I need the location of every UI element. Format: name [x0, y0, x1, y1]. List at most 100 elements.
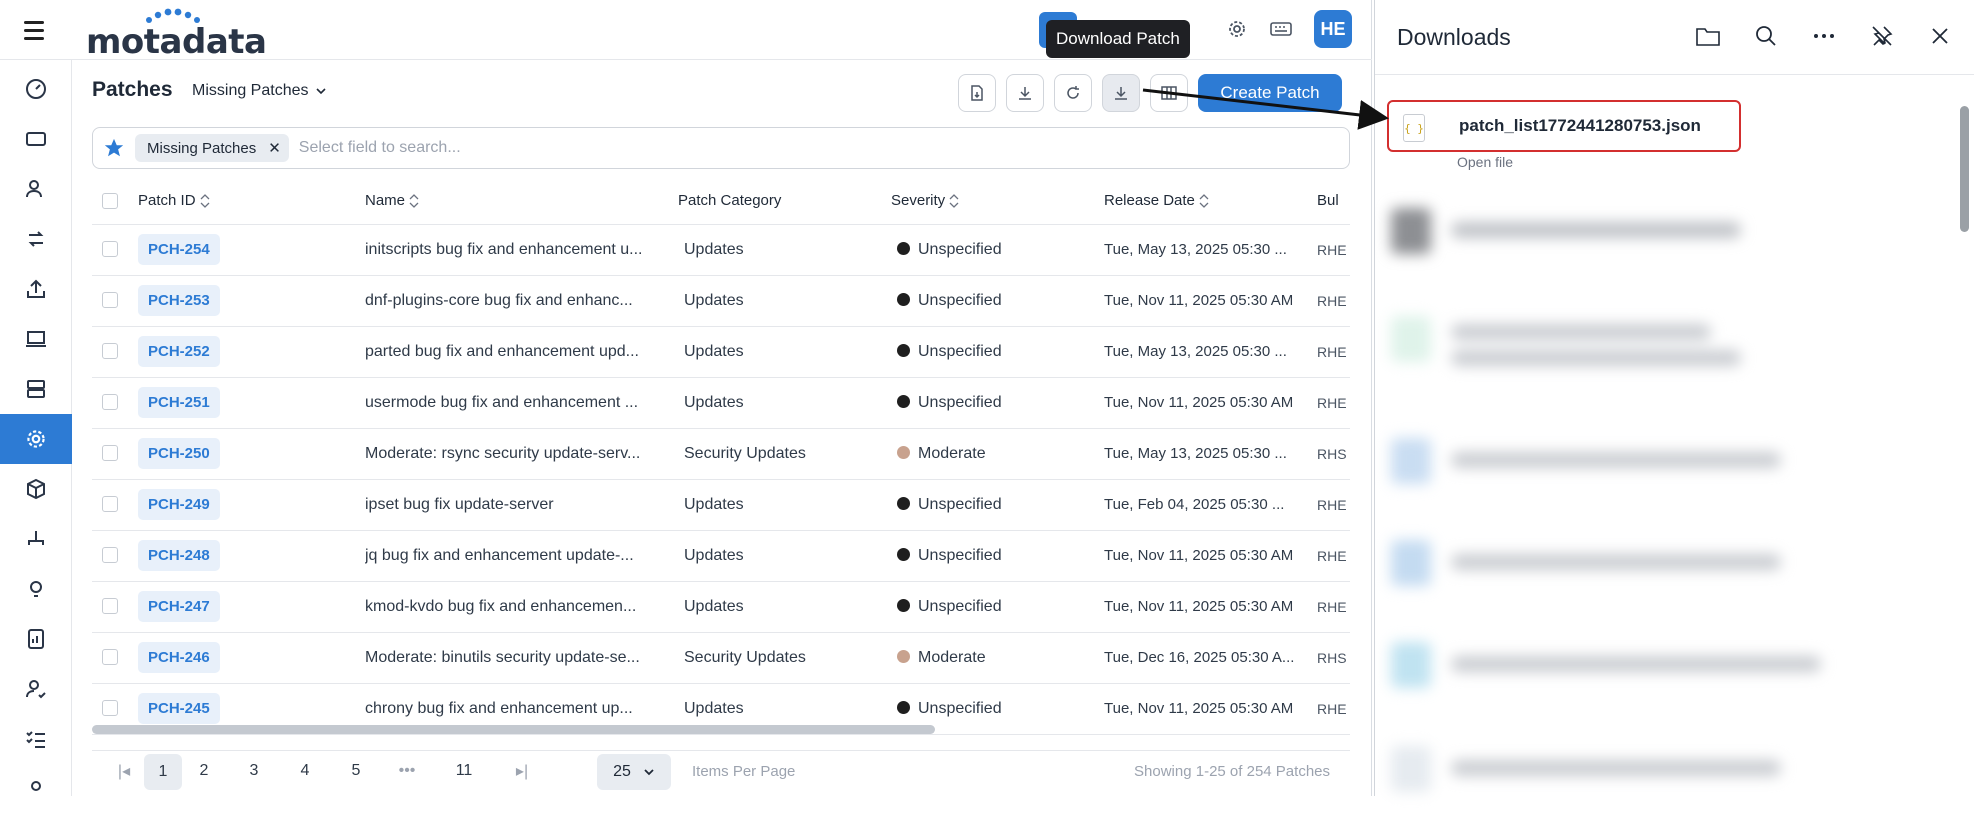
- row-checkbox[interactable]: [102, 394, 118, 411]
- row-checkbox[interactable]: [102, 700, 118, 717]
- patch-id-link[interactable]: PCH-248: [138, 540, 220, 571]
- patch-name[interactable]: usermode bug fix and enhancement ...: [365, 377, 678, 429]
- patch-name[interactable]: ipset bug fix update-server: [365, 479, 678, 531]
- avatar[interactable]: HE: [1314, 10, 1352, 48]
- patch-id-link[interactable]: PCH-247: [138, 591, 220, 622]
- select-all-checkbox[interactable]: [102, 193, 118, 210]
- folder-icon[interactable]: [1694, 22, 1722, 50]
- close-icon[interactable]: [1926, 22, 1954, 50]
- download-button[interactable]: [1006, 74, 1044, 112]
- server-icon[interactable]: [0, 364, 72, 414]
- page-5[interactable]: 5: [346, 751, 366, 791]
- horizontal-scrollbar[interactable]: [92, 725, 1350, 735]
- keyboard-icon[interactable]: [1270, 18, 1292, 40]
- col-header-patch-id[interactable]: Patch ID: [138, 192, 196, 209]
- table-row[interactable]: PCH-251 usermode bug fix and enhancement …: [92, 377, 1350, 429]
- sort-icon[interactable]: [200, 193, 210, 209]
- row-checkbox[interactable]: [102, 343, 118, 360]
- patch-id-link[interactable]: PCH-252: [138, 336, 220, 367]
- row-checkbox[interactable]: [102, 496, 118, 513]
- patch-id-link[interactable]: PCH-246: [138, 642, 220, 673]
- patch-name[interactable]: Moderate: rsync security update-serv...: [365, 428, 678, 480]
- ticket-icon[interactable]: [0, 114, 72, 164]
- patch-name[interactable]: parted bug fix and enhancement upd...: [365, 326, 678, 378]
- patch-id-link[interactable]: PCH-251: [138, 387, 220, 418]
- patch-name[interactable]: kmod-kvdo bug fix and enhancemen...: [365, 581, 678, 633]
- filter-chip[interactable]: Missing Patches ✕: [135, 134, 289, 162]
- star-icon[interactable]: [103, 137, 125, 159]
- gear-icon[interactable]: [1226, 18, 1248, 40]
- patch-id-link[interactable]: PCH-245: [138, 693, 220, 724]
- scrollbar-thumb[interactable]: [1960, 106, 1969, 232]
- search-bar[interactable]: Missing Patches ✕ Select field to search…: [92, 127, 1350, 169]
- open-file-link[interactable]: Open file: [1457, 154, 1513, 170]
- col-header-bul[interactable]: Bul: [1317, 192, 1339, 209]
- col-header-category[interactable]: Patch Category: [678, 192, 781, 209]
- scrollbar-thumb[interactable]: [92, 725, 935, 734]
- patch-name[interactable]: Moderate: binutils security update-se...: [365, 632, 678, 684]
- download-patch-button[interactable]: [1102, 74, 1140, 112]
- col-header-release-date[interactable]: Release Date: [1104, 192, 1195, 209]
- row-checkbox[interactable]: [102, 649, 118, 666]
- export-button[interactable]: [958, 74, 996, 112]
- more-icon[interactable]: [1810, 22, 1838, 50]
- hierarchy-icon[interactable]: [0, 514, 72, 564]
- table-row[interactable]: PCH-253 dnf-plugins-core bug fix and enha…: [92, 275, 1350, 327]
- patch-id-link[interactable]: PCH-254: [138, 234, 220, 265]
- patch-name[interactable]: jq bug fix and enhancement update-...: [365, 530, 678, 582]
- search-icon[interactable]: [1752, 22, 1780, 50]
- package-icon[interactable]: [0, 464, 72, 514]
- patch-name[interactable]: dnf-plugins-core bug fix and enhanc...: [365, 275, 678, 327]
- change-icon[interactable]: [0, 214, 72, 264]
- sort-icon[interactable]: [949, 193, 959, 209]
- page-3[interactable]: 3: [244, 751, 264, 791]
- people-icon[interactable]: [0, 764, 72, 814]
- table-row[interactable]: PCH-246 Moderate: binutils security updat…: [92, 632, 1350, 684]
- lightbulb-icon[interactable]: [0, 564, 72, 614]
- table-row[interactable]: PCH-254 initscripts bug fix and enhanceme…: [92, 224, 1350, 276]
- patch-id-link[interactable]: PCH-249: [138, 489, 220, 520]
- page-ellipsis[interactable]: •••: [392, 751, 422, 791]
- create-patch-button[interactable]: Create Patch: [1198, 74, 1342, 112]
- patch-name[interactable]: initscripts bug fix and enhancement u...: [365, 224, 678, 276]
- unpin-icon[interactable]: [1868, 22, 1896, 50]
- page-11[interactable]: 11: [452, 751, 476, 791]
- per-page-select[interactable]: 25: [597, 754, 671, 790]
- refresh-button[interactable]: [1054, 74, 1092, 112]
- row-checkbox[interactable]: [102, 547, 118, 564]
- page-1[interactable]: 1: [144, 754, 182, 790]
- table-row[interactable]: PCH-248 jq bug fix and enhancement update…: [92, 530, 1350, 582]
- view-selector[interactable]: Missing Patches: [192, 82, 327, 100]
- laptop-icon[interactable]: [0, 314, 72, 364]
- table-row[interactable]: PCH-249 ipset bug fix update-server Update…: [92, 479, 1350, 531]
- page-4[interactable]: 4: [295, 751, 315, 791]
- last-page-icon[interactable]: ▸|: [510, 751, 534, 791]
- row-checkbox[interactable]: [102, 292, 118, 309]
- report-icon[interactable]: [0, 614, 72, 664]
- close-icon[interactable]: ✕: [268, 139, 281, 157]
- col-header-name[interactable]: Name: [365, 192, 405, 209]
- dashboard-icon[interactable]: [0, 64, 72, 114]
- row-checkbox[interactable]: [102, 445, 118, 462]
- patch-id-link[interactable]: PCH-250: [138, 438, 220, 469]
- first-page-icon[interactable]: |◂: [112, 751, 136, 791]
- table-row[interactable]: PCH-252 parted bug fix and enhancement up…: [92, 326, 1350, 378]
- checklist-icon[interactable]: [0, 714, 72, 764]
- user-check-icon[interactable]: [0, 664, 72, 714]
- menu-icon[interactable]: [24, 16, 52, 44]
- patch-icon[interactable]: [0, 414, 72, 464]
- page-2[interactable]: 2: [194, 751, 214, 791]
- download-item[interactable]: { } patch_list1772441280753.json: [1387, 100, 1741, 152]
- users-icon[interactable]: [0, 164, 72, 214]
- col-header-severity[interactable]: Severity: [891, 192, 945, 209]
- search-input[interactable]: Select field to search...: [299, 139, 461, 157]
- table-row[interactable]: PCH-247 kmod-kvdo bug fix and enhancemen.…: [92, 581, 1350, 633]
- row-checkbox[interactable]: [102, 598, 118, 615]
- patch-id-link[interactable]: PCH-253: [138, 285, 220, 316]
- sort-icon[interactable]: [409, 193, 419, 209]
- sort-icon[interactable]: [1199, 193, 1209, 209]
- row-checkbox[interactable]: [102, 241, 118, 258]
- columns-button[interactable]: [1150, 74, 1188, 112]
- upload-icon[interactable]: [0, 264, 72, 314]
- table-row[interactable]: PCH-250 Moderate: rsync security update-s…: [92, 428, 1350, 480]
